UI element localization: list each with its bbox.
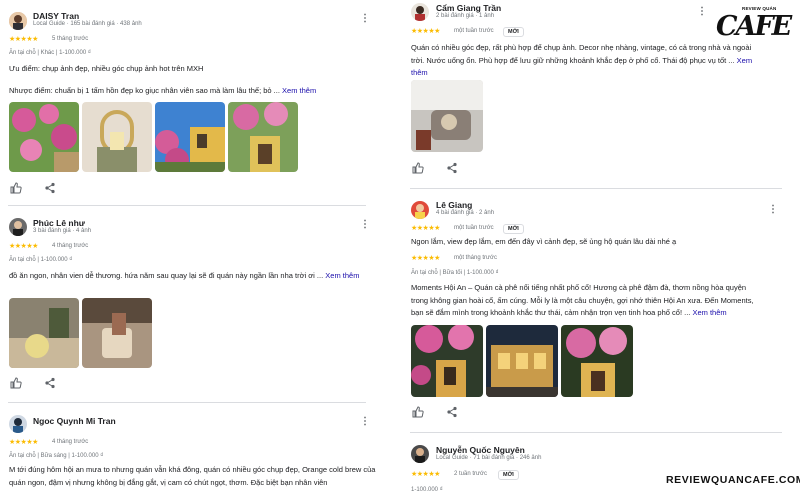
review-photo[interactable] [9,298,79,368]
review-tags: Ăn tại chỗ | 1-100.000 ₫ [9,257,73,263]
star-rating: ★★★★★ [9,243,38,250]
logo-wordmark: CAFE [716,11,792,42]
reviews-column-left: DAISY Tran Local Guide · 165 bài đánh gi… [0,0,384,500]
review-card: DAISY Tran Local Guide · 165 bài đánh gi… [0,0,384,205]
reviewer-meta: Local Guide · 71 bài đánh giá · 246 ảnh [436,455,542,461]
review-time: 5 tháng trước [52,36,89,42]
review-tags: Ăn tại chỗ | Khác | 1-100.000 ₫ [9,50,91,56]
review-text: Ưu điểm: chụp ảnh đẹp, nhiều góc chụp ản… [9,64,204,73]
review-actions [412,162,458,174]
review-photo[interactable] [486,325,558,397]
reviewer-meta: 4 bài đánh giá · 2 ảnh [436,210,495,216]
star-rating: ★★★★★ [411,225,440,232]
review-card: Ngoc Quynh Mi Tran ⋮ ★★★★★ 4 tháng trước… [0,403,384,500]
reviewer-meta: Local Guide · 165 bài đánh giá · 438 ảnh [33,21,142,27]
avatar[interactable] [411,445,429,463]
review-text: Quán có nhiều góc đẹp, rất phù hợp để ch… [411,43,753,77]
site-watermark: REVIEWQUANCAFE.COM [664,474,800,486]
star-rating: ★★★★★ [9,36,38,43]
review-photo[interactable] [82,298,152,368]
review-text: đồ ăn ngon, nhân vien dễ thương. hứa năm… [9,271,360,280]
new-badge: MỚI [503,224,524,234]
review-photo[interactable] [228,102,298,172]
avatar[interactable] [9,218,27,236]
review-text: M tới đúng hôm hội an mưa to nhưng quán … [9,465,376,487]
share-icon[interactable] [44,377,56,389]
share-icon[interactable] [44,182,56,194]
review-text: Nhược điểm: chuẩn bị 1 tấm hồn đẹp ko gi… [9,86,317,95]
star-rating: ★★★★★ [411,255,440,262]
see-more-link[interactable]: Xem thêm [692,308,726,317]
thumbs-up-icon[interactable] [10,182,22,194]
reviewer-name[interactable]: DAISY Tran [33,11,79,21]
review-tags: Ăn tại chỗ | Bữa tối | 1-100.000 ₫ [411,270,499,276]
reviewer-name[interactable]: Ngoc Quynh Mi Tran [33,416,116,426]
thumbs-up-icon[interactable] [412,162,424,174]
review-photo[interactable] [411,325,483,397]
review-photos [9,298,152,368]
star-rating: ★★★★★ [9,439,38,446]
more-vert-icon[interactable]: ⋮ [360,218,370,232]
review-photo[interactable] [411,80,483,152]
review-time: một tuần trước [454,28,494,34]
more-vert-icon[interactable]: ⋮ [768,203,778,217]
review-photo[interactable] [561,325,633,397]
review-actions [412,406,458,418]
share-icon[interactable] [446,162,458,174]
avatar[interactable] [9,415,27,433]
share-icon[interactable] [446,406,458,418]
review-time: một tuần trước [454,225,494,231]
reviewer-name[interactable]: Nguyễn Quốc Nguyên [436,445,525,455]
review-time: 4 tháng trước [52,439,89,445]
more-vert-icon[interactable]: ⋮ [360,12,370,26]
review-photo[interactable] [155,102,225,172]
reviewer-meta: 3 bài đánh giá · 4 ảnh [33,228,92,234]
review-time: 2 tuần trước [454,471,487,477]
brand-logo: REVIEW QUÁN CAFE [716,6,798,44]
new-badge: MỚI [503,27,524,37]
star-rating: ★★★★★ [411,28,440,35]
thumbs-up-icon[interactable] [10,377,22,389]
more-vert-icon[interactable]: ⋮ [360,415,370,429]
new-badge: MỚI [498,470,519,480]
review-time: 4 tháng trước [52,243,89,249]
more-vert-icon[interactable]: ⋮ [697,5,707,19]
review-photos [9,102,298,172]
review-photos [411,80,483,152]
review-actions [10,182,56,194]
review-actions [10,377,56,389]
review-card: Lê Giang 4 bài đánh giá · 2 ảnh ⋮ ★★★★★ … [402,189,800,432]
reviewer-meta: 2 bài đánh giá · 1 ảnh [436,13,495,19]
avatar[interactable] [411,3,429,21]
review-card: Nguyễn Quốc Nguyên Local Guide · 71 bài … [402,433,800,500]
review-photo[interactable] [82,102,152,172]
review-photos [411,325,633,397]
review-card: Phúc Lê như 3 bài đánh giá · 4 ảnh ⋮ ★★★… [0,206,384,402]
review-photo[interactable] [9,102,79,172]
avatar[interactable] [411,201,429,219]
review-tags: Ăn tại chỗ | Bữa sáng | 1-100.000 ₫ [9,453,104,459]
reviews-column-right: Cẩm Giang Trần 2 bài đánh giá · 1 ảnh ⋮ … [402,0,800,500]
review-text: Ngon lắm, view đẹp lắm, em đến đây vì cả… [411,237,677,246]
avatar[interactable] [9,12,27,30]
see-more-link[interactable]: Xem thêm [282,86,316,95]
review-text: Moments Hội An – Quán cà phê nổi tiếng n… [411,283,754,317]
reviewer-name[interactable]: Cẩm Giang Trần [436,3,501,13]
thumbs-up-icon[interactable] [412,406,424,418]
reviewer-name[interactable]: Lê Giang [436,200,472,210]
review-time: một tháng trước [454,255,497,261]
see-more-link[interactable]: Xem thêm [325,271,359,280]
review-tags: 1-100.000 ₫ [411,487,443,493]
reviewer-name[interactable]: Phúc Lê như [33,218,85,228]
star-rating: ★★★★★ [411,471,440,478]
